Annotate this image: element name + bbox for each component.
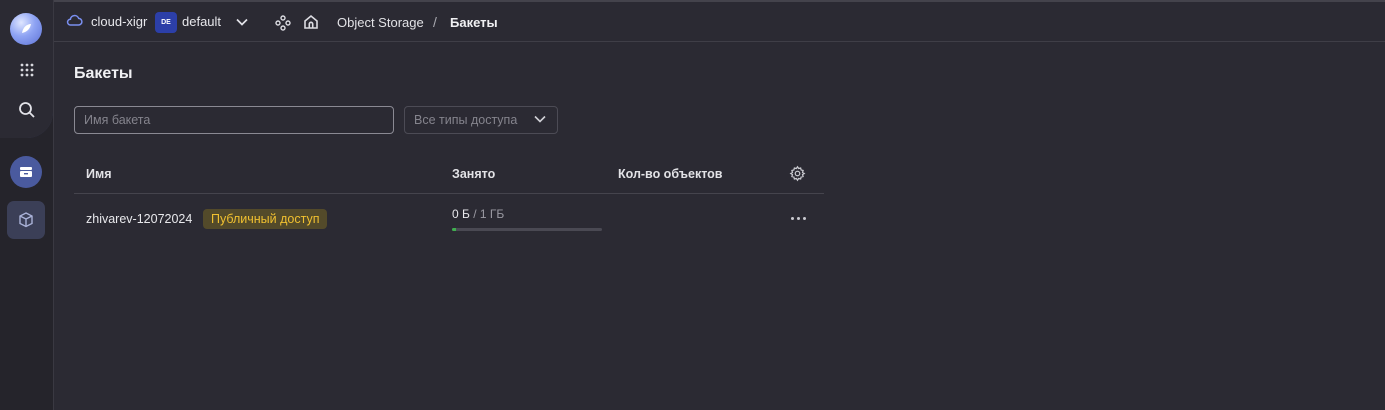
cube-icon[interactable] bbox=[7, 201, 45, 239]
column-header-used[interactable]: Занято bbox=[452, 167, 495, 181]
used-value: 0 Б bbox=[452, 207, 470, 221]
gear-icon[interactable] bbox=[789, 165, 806, 187]
column-header-objects[interactable]: Кол-во объектов bbox=[618, 167, 722, 181]
storage-icon[interactable] bbox=[10, 156, 42, 188]
logo-icon[interactable] bbox=[10, 13, 42, 45]
access-badge: Публичный доступ bbox=[203, 209, 328, 229]
used-size: 0 Б / 1 ГБ bbox=[452, 207, 504, 221]
search-input[interactable] bbox=[74, 106, 394, 134]
access-type-value: Все типы доступа bbox=[414, 113, 518, 127]
left-rail bbox=[0, 0, 54, 410]
bucket-name-link[interactable]: zhivarev-12072024 bbox=[86, 212, 192, 226]
breadcrumb-object-storage[interactable]: Object Storage bbox=[337, 15, 424, 30]
breadcrumb-current: Бакеты bbox=[450, 15, 498, 30]
breadcrumb-separator: / bbox=[433, 14, 437, 30]
page-title: Бакеты bbox=[74, 65, 133, 82]
usage-progress-bar bbox=[452, 228, 602, 231]
more-icon[interactable] bbox=[789, 210, 807, 226]
access-type-select[interactable]: Все типы доступа bbox=[404, 106, 558, 134]
cloud-selector[interactable]: cloud-xigr bbox=[66, 13, 147, 30]
chevron-down-icon[interactable] bbox=[235, 14, 249, 35]
column-header-name[interactable]: Имя bbox=[86, 167, 112, 181]
cloud-icon bbox=[66, 13, 83, 30]
search-icon[interactable] bbox=[11, 94, 43, 126]
chevron-down-icon bbox=[533, 112, 547, 129]
top-header: cloud-xigr DE default Object Storage / Б… bbox=[54, 0, 1385, 42]
table-header-divider bbox=[74, 193, 824, 194]
graph-icon[interactable] bbox=[274, 14, 292, 37]
home-icon[interactable] bbox=[302, 13, 320, 36]
quota-value: / 1 ГБ bbox=[473, 207, 505, 221]
usage-progress-fill bbox=[452, 228, 456, 231]
cloud-name: cloud-xigr bbox=[91, 14, 148, 29]
folder-badge[interactable]: DE bbox=[155, 12, 177, 33]
folder-name[interactable]: default bbox=[182, 14, 221, 29]
apps-grid-icon[interactable] bbox=[11, 54, 43, 86]
